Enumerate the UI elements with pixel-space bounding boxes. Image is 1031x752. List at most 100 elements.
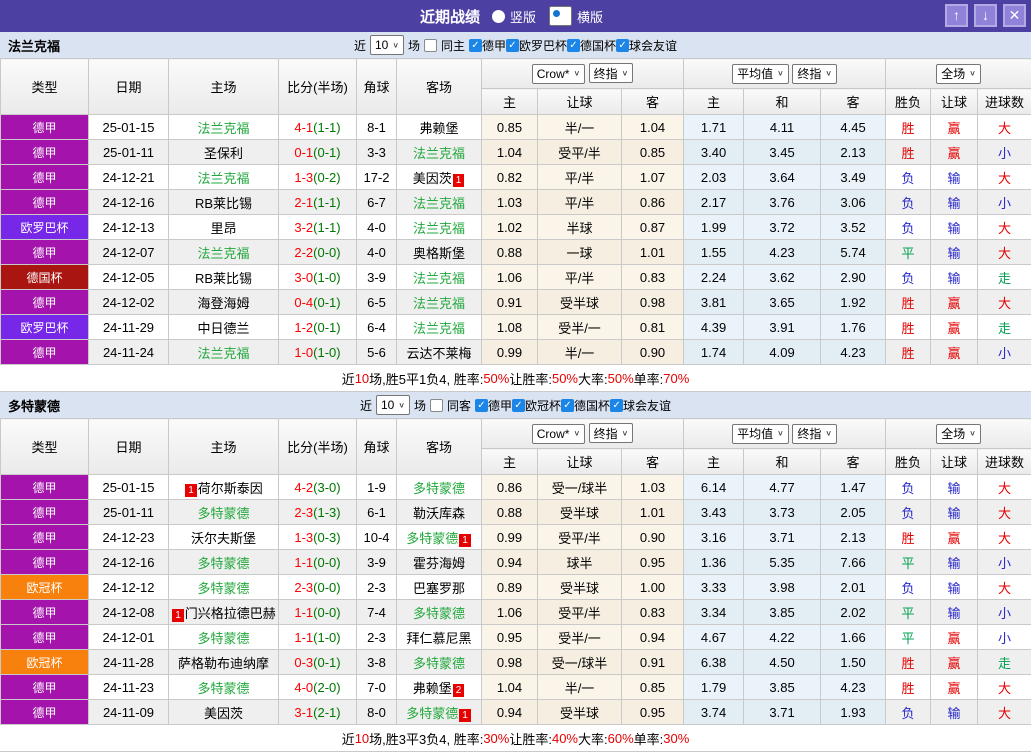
halftime-score: (2-1) (313, 705, 340, 720)
team-name: 法兰克福 (413, 271, 465, 286)
result-value: 胜 (886, 140, 931, 165)
match-row: 德甲24-12-081门兴格拉德巴赫1-1(0-0)7-4多特蒙德1.06受平/… (1, 600, 1031, 625)
corner-count: 7-0 (357, 675, 397, 700)
average-select[interactable]: 平均值∨ (732, 424, 789, 444)
team-name: 法兰克福 (413, 321, 465, 336)
results-table: 类型 日期 主场 比分(半场) 角球 客场 Crow*∨ 终指∨ 平均值∨ 终指… (0, 58, 1031, 365)
average-odds-value: 3.71 (744, 700, 821, 725)
same-venue-checkbox[interactable] (430, 399, 443, 412)
result-value: 负 (886, 575, 931, 600)
corner-count: 6-1 (357, 500, 397, 525)
final-odds-select-2[interactable]: 终指∨ (792, 64, 837, 84)
odds-value: 1.08 (482, 315, 538, 340)
league-checkbox[interactable]: ✓ (561, 399, 574, 412)
team-name: 多特蒙德 (8, 396, 60, 415)
corner-count: 4-0 (357, 215, 397, 240)
col-goals: 进球数 (978, 89, 1031, 115)
red-card-badge: 1 (172, 609, 184, 622)
match-count-select[interactable]: 10∨ (376, 395, 410, 415)
team-cell: 法兰克福 (169, 340, 279, 365)
odds-value: 0.89 (482, 575, 538, 600)
score-cell: 2-3(1-3) (279, 500, 357, 525)
halftime-score: (1-1) (313, 220, 340, 235)
league-checkbox[interactable]: ✓ (512, 399, 525, 412)
final-odds-select-2[interactable]: 终指∨ (792, 424, 837, 444)
final-odds-select[interactable]: 终指∨ (589, 423, 634, 443)
team-name: RB莱比锡 (195, 271, 252, 286)
fulltime-score: 4-2 (294, 480, 313, 495)
average-odds-value: 7.66 (821, 550, 886, 575)
odds-value: 1.04 (622, 115, 684, 140)
average-group-header: 平均值∨ 终指∨ (684, 419, 886, 449)
summary-segment: 50% (483, 371, 509, 386)
odds-value: 半/一 (538, 115, 622, 140)
average-odds-value: 1.50 (821, 650, 886, 675)
close-icon[interactable]: ✕ (1003, 4, 1026, 27)
score-cell: 1-1(0-0) (279, 550, 357, 575)
odds-value: 受一/球半 (538, 650, 622, 675)
col-avg-draw: 和 (744, 89, 821, 115)
result-value: 输 (931, 700, 978, 725)
match-count-select[interactable]: 10∨ (370, 35, 404, 55)
league-badge: 德甲 (1, 550, 89, 575)
match-date: 24-11-29 (89, 315, 169, 340)
team-cell: RB莱比锡 (169, 190, 279, 215)
horizontal-layout-radio[interactable] (549, 6, 572, 26)
window-buttons: ↑ ↓ ✕ (945, 4, 1026, 27)
average-odds-value: 4.09 (744, 340, 821, 365)
scope-select[interactable]: 全场∨ (936, 64, 981, 84)
match-date: 25-01-15 (89, 475, 169, 500)
halftime-score: (0-1) (313, 295, 340, 310)
odds-value: 1.06 (482, 600, 538, 625)
league-checkbox[interactable]: ✓ (616, 39, 629, 52)
halftime-score: (0-0) (313, 555, 340, 570)
down-arrow-icon[interactable]: ↓ (974, 4, 997, 27)
result-value: 胜 (886, 290, 931, 315)
team-name: 萨格勒布迪纳摩 (178, 656, 269, 671)
fulltime-score: 1-0 (294, 345, 313, 360)
league-filter-group: ✓德甲✓欧冠杯✓德国杯✓球会友谊 (475, 397, 671, 414)
chevron-down-icon: ∨ (777, 429, 784, 438)
summary-segment: 让胜率: (509, 369, 552, 388)
average-odds-value: 4.67 (684, 625, 744, 650)
summary-segment: 50% (608, 371, 634, 386)
average-select[interactable]: 平均值∨ (732, 64, 789, 84)
col-odds-away: 客 (622, 89, 684, 115)
bookmaker-select[interactable]: Crow*∨ (532, 424, 585, 444)
match-row: 德甲25-01-11多特蒙德2-3(1-3)6-1勒沃库森0.88受半球1.01… (1, 500, 1031, 525)
bookmaker-select[interactable]: Crow*∨ (532, 64, 585, 84)
scope-group-header: 全场∨ (886, 59, 1031, 89)
page-title: 近期战绩 (420, 6, 480, 27)
red-card-badge: 1 (459, 709, 471, 722)
up-arrow-icon[interactable]: ↑ (945, 4, 968, 27)
result-value: 输 (931, 475, 978, 500)
final-odds-select[interactable]: 终指∨ (589, 63, 634, 83)
league-badge: 德甲 (1, 475, 89, 500)
league-checkbox[interactable]: ✓ (469, 39, 482, 52)
odds-value: 受半/一 (538, 625, 622, 650)
league-checkbox[interactable]: ✓ (567, 39, 580, 52)
red-card-badge: 1 (185, 484, 197, 497)
league-checkbox[interactable]: ✓ (475, 399, 488, 412)
scope-select[interactable]: 全场∨ (936, 424, 981, 444)
chevron-down-icon: ∨ (969, 69, 976, 78)
match-date: 24-12-21 (89, 165, 169, 190)
result-value: 小 (978, 190, 1031, 215)
summary-segment: 让胜率: (509, 729, 552, 748)
halftime-score: (3-0) (313, 480, 340, 495)
corner-count: 1-9 (357, 475, 397, 500)
league-checkbox[interactable]: ✓ (610, 399, 623, 412)
same-venue-checkbox[interactable] (424, 39, 437, 52)
summary-segment: 场,胜3平3负4, 胜率: (369, 729, 483, 748)
vertical-layout-radio[interactable] (492, 10, 505, 23)
score-cell: 0-4(0-1) (279, 290, 357, 315)
league-checkbox[interactable]: ✓ (506, 39, 519, 52)
odds-value: 半/一 (538, 340, 622, 365)
league-label: 欧冠杯 (525, 397, 561, 414)
team-cell: 萨格勒布迪纳摩 (169, 650, 279, 675)
league-badge: 德甲 (1, 165, 89, 190)
chevron-down-icon: ∨ (622, 429, 629, 438)
fulltime-score: 3-1 (294, 705, 313, 720)
match-date: 24-11-28 (89, 650, 169, 675)
team-name: 法兰克福 (413, 221, 465, 236)
